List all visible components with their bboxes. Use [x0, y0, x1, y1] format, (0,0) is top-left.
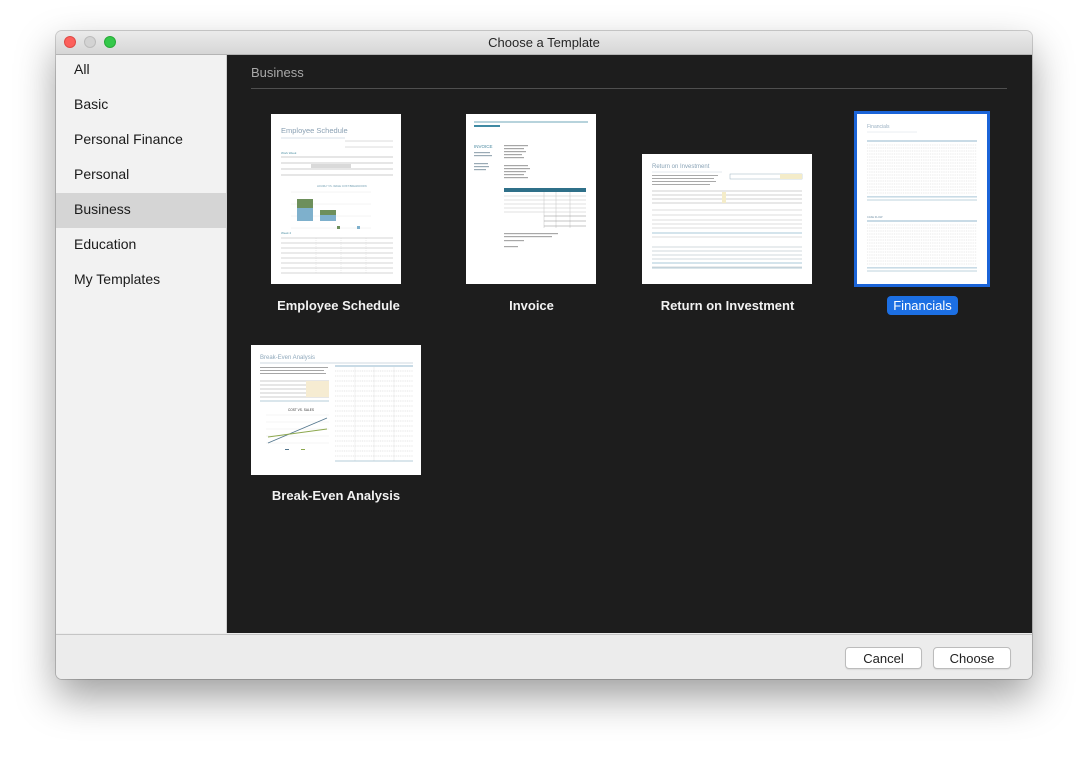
section-title: Business: [251, 65, 304, 80]
template-chooser-window: Choose a Template All Basic Personal Fin…: [56, 31, 1032, 679]
financials-thumbnail[interactable]: Financials CASH FLOW: [854, 111, 990, 287]
employee-schedule-thumbnail[interactable]: Employee Schedule Work Week HOURLY VS. W…: [271, 114, 401, 284]
template-label-break-even-analysis: Break-Even Analysis: [271, 488, 401, 503]
template-label-invoice: Invoice: [509, 298, 554, 313]
sidebar-item-personal-finance[interactable]: Personal Finance: [56, 123, 226, 158]
template-invoice[interactable]: INVOICE Invoice: [444, 114, 619, 324]
template-label-return-on-investment: Return on Investment: [660, 298, 795, 313]
sidebar-item-personal[interactable]: Personal: [56, 158, 226, 193]
cancel-button[interactable]: Cancel: [845, 647, 922, 669]
financials-thumb-title: Financials: [867, 124, 890, 130]
svg-text:Week 2: Week 2: [281, 231, 291, 235]
template-gallery: Business Employee Schedule Work Week HOU…: [227, 55, 1032, 633]
template-return-on-investment[interactable]: Return on Investment Return on Investmen…: [640, 114, 815, 324]
sidebar-item-education[interactable]: Education: [56, 228, 226, 263]
template-label-employee-schedule: Employee Schedule: [277, 298, 400, 313]
category-sidebar: All Basic Personal Finance Personal Busi…: [56, 55, 227, 633]
window-title: Choose a Template: [488, 35, 600, 50]
template-financials[interactable]: Financials CASH FLOW Financials: [835, 111, 1010, 324]
invoice-thumb-title: INVOICE: [474, 144, 493, 149]
sidebar-item-basic[interactable]: Basic: [56, 88, 226, 123]
title-bar[interactable]: Choose a Template: [56, 31, 1032, 55]
break-even-analysis-thumbnail[interactable]: Break-Even Analysis COST VS. SALES: [251, 345, 421, 475]
template-employee-schedule[interactable]: Employee Schedule Work Week HOURLY VS. W…: [251, 114, 426, 324]
sidebar-item-my-templates[interactable]: My Templates: [56, 263, 226, 298]
section-divider: [251, 88, 1007, 89]
svg-text:HOURLY VS. WAGE COST BREAKDOWN: HOURLY VS. WAGE COST BREAKDOWN: [317, 184, 367, 188]
template-label-financials: Financials: [835, 296, 1010, 315]
svg-text:COST VS. SALES: COST VS. SALES: [288, 408, 314, 412]
dialog-footer: Cancel Choose: [56, 634, 1032, 679]
break-even-thumb-title: Break-Even Analysis: [260, 355, 315, 361]
svg-text:Work Week: Work Week: [281, 151, 297, 155]
return-on-investment-thumbnail[interactable]: Return on Investment: [642, 154, 812, 284]
invoice-thumbnail[interactable]: INVOICE: [466, 114, 596, 284]
roi-thumb-title: Return on Investment: [652, 164, 710, 170]
employee-schedule-thumb-title: Employee Schedule: [281, 126, 348, 135]
sidebar-item-all[interactable]: All: [56, 53, 226, 88]
sidebar-item-business[interactable]: Business: [56, 193, 226, 228]
svg-text:CASH FLOW: CASH FLOW: [867, 215, 883, 219]
choose-button[interactable]: Choose: [933, 647, 1011, 669]
template-break-even-analysis[interactable]: Break-Even Analysis COST VS. SALES Break…: [251, 345, 426, 555]
